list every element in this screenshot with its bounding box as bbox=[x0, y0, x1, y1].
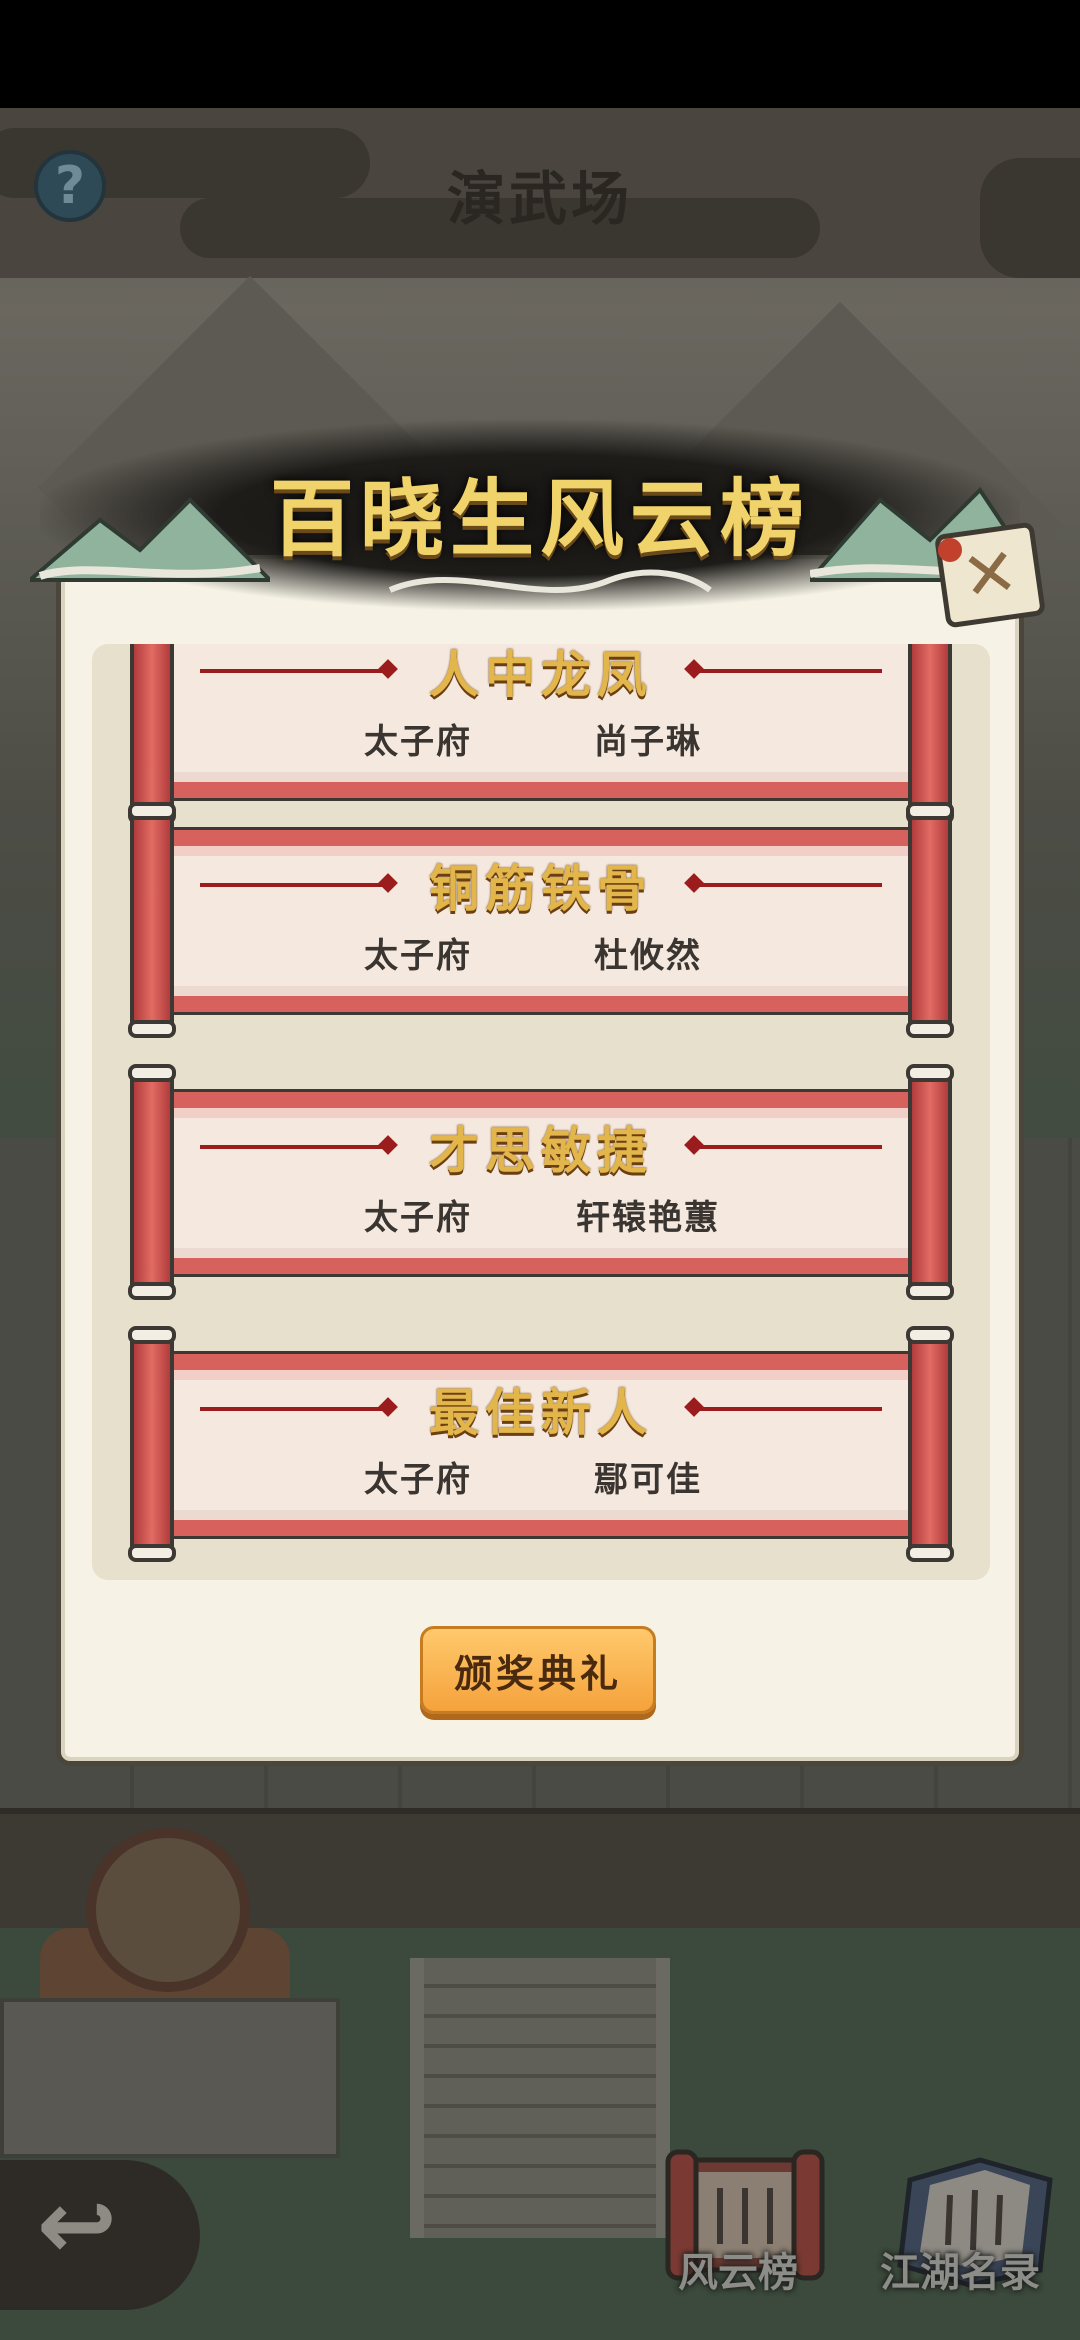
award-divider-left bbox=[200, 669, 389, 673]
scroll-roller-left bbox=[128, 1064, 176, 1300]
winner-name: 尚子琳 bbox=[594, 722, 702, 762]
winner-org: 太子府 bbox=[364, 1198, 472, 1238]
modal-title: 百晓生风云榜 bbox=[269, 469, 810, 568]
award-divider-right bbox=[693, 1145, 882, 1149]
stone-platform bbox=[0, 1998, 340, 2158]
winner-org: 太子府 bbox=[364, 722, 472, 762]
winner-org: 太子府 bbox=[364, 1460, 472, 1500]
award-scroll-card: 最佳新人 太子府 鄢可佳 bbox=[128, 1326, 954, 1562]
award-ceremony-button[interactable]: 颁奖典礼 bbox=[420, 1626, 656, 1714]
award-divider-right bbox=[693, 669, 882, 673]
back-arrow-icon: ↩ bbox=[36, 2169, 118, 2281]
award-scroll-card: 才思敏捷 太子府 轩辕艳蕙 bbox=[128, 1064, 954, 1300]
award-scroll-card: 铜筋铁骨 太子府 杜攸然 bbox=[128, 802, 954, 1038]
award-scroll-card: 人中龙凤 太子府 尚子琳 bbox=[128, 644, 954, 824]
scroll-roller-right bbox=[906, 1326, 954, 1562]
nav-label-fengyunbang[interactable]: 风云榜 bbox=[678, 2240, 798, 2298]
awards-list[interactable]: 人中龙凤 太子府 尚子琳 铜筋铁骨 太子府 杜攸然 才思敏捷 太子府 轩辕艳蕙 … bbox=[92, 644, 990, 1580]
award-divider-left bbox=[200, 1145, 389, 1149]
winner-row: 太子府 尚子琳 bbox=[130, 714, 952, 764]
award-title-row: 最佳新人 bbox=[200, 1374, 882, 1444]
stone-stairs bbox=[410, 1958, 670, 2238]
award-title: 铜筋铁骨 bbox=[429, 859, 653, 918]
winner-row: 太子府 轩辕艳蕙 bbox=[130, 1190, 952, 1240]
winner-name: 杜攸然 bbox=[594, 936, 702, 976]
scroll-roller-left bbox=[128, 802, 176, 1038]
scroll-roller-left bbox=[128, 1326, 176, 1562]
award-title-row: 才思敏捷 bbox=[200, 1112, 882, 1182]
winner-row: 太子府 鄢可佳 bbox=[130, 1452, 952, 1502]
winner-org: 太子府 bbox=[364, 936, 472, 976]
scene-title: 演武场 bbox=[446, 165, 633, 233]
award-title: 最佳新人 bbox=[429, 1383, 653, 1442]
nav-label-jianghu-minglu[interactable]: 江湖名录 bbox=[880, 2240, 1040, 2298]
award-title-row: 人中龙凤 bbox=[200, 644, 882, 706]
winner-row: 太子府 杜攸然 bbox=[130, 928, 952, 978]
status-bar bbox=[0, 0, 1080, 108]
award-title-row: 铜筋铁骨 bbox=[200, 850, 882, 920]
award-divider-left bbox=[200, 883, 389, 887]
winner-name: 鄢可佳 bbox=[594, 1460, 702, 1500]
scroll-roller-right bbox=[906, 1064, 954, 1300]
award-title: 才思敏捷 bbox=[429, 1121, 653, 1180]
award-divider-right bbox=[693, 1407, 882, 1411]
award-divider-right bbox=[693, 883, 882, 887]
close-seal-deco bbox=[938, 538, 962, 562]
award-title: 人中龙凤 bbox=[429, 645, 653, 704]
scroll-roller-right bbox=[906, 802, 954, 1038]
close-icon: ✕ bbox=[957, 532, 1023, 617]
winner-name: 轩辕艳蕙 bbox=[576, 1198, 720, 1238]
war-drum bbox=[86, 1828, 250, 1992]
award-divider-left bbox=[200, 1407, 389, 1411]
